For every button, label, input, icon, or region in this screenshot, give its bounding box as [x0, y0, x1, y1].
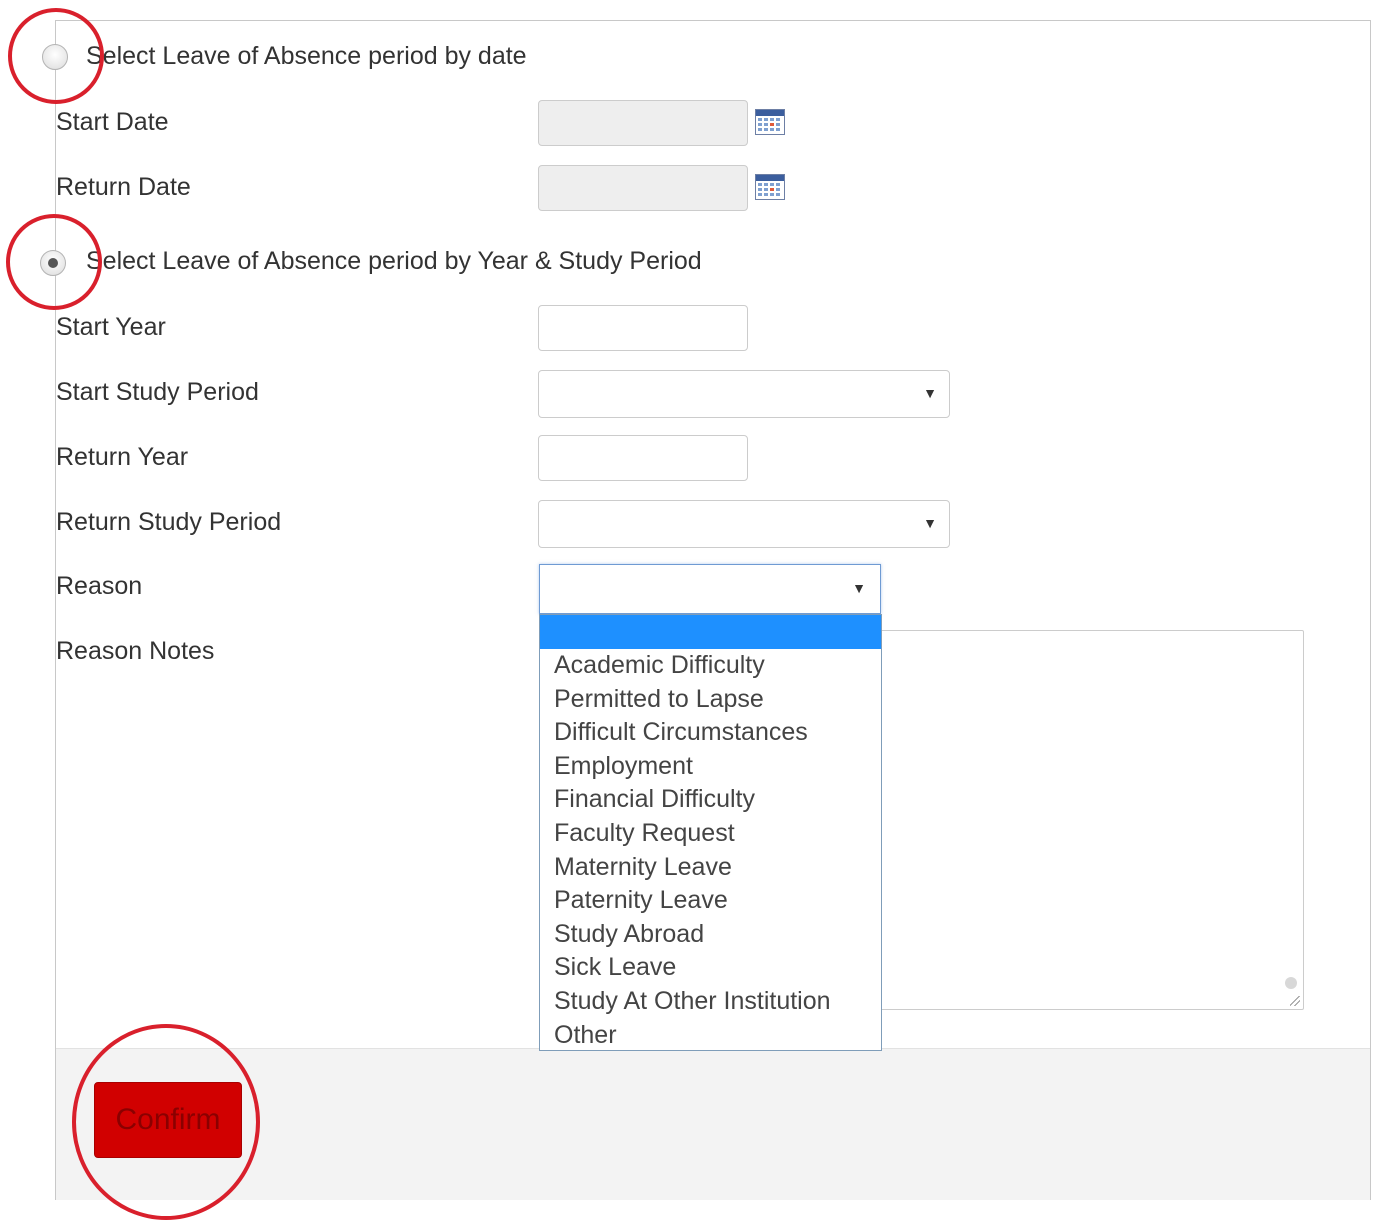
confirm-button[interactable]: Confirm — [94, 1082, 242, 1158]
reason-option[interactable]: Sick Leave — [540, 951, 881, 985]
return-study-period-label: Return Study Period — [56, 508, 282, 536]
chevron-down-icon: ▼ — [923, 515, 937, 531]
chevron-down-icon: ▼ — [923, 385, 937, 401]
radio-by-year-label[interactable]: Select Leave of Absence period by Year &… — [86, 247, 702, 276]
reason-notes-label: Reason Notes — [56, 637, 215, 665]
reason-option[interactable]: Faculty Request — [540, 817, 881, 851]
chevron-down-icon: ▼ — [852, 580, 866, 596]
reason-option[interactable]: Difficult Circumstances — [540, 716, 881, 750]
form-footer — [56, 1048, 1370, 1200]
reason-label: Reason — [56, 572, 143, 600]
radio-by-date[interactable] — [42, 44, 68, 70]
return-date-label: Return Date — [56, 173, 191, 201]
start-study-period-select[interactable]: ▼ — [538, 370, 950, 418]
reason-option-blank[interactable] — [540, 615, 881, 649]
start-date-input[interactable] — [538, 100, 748, 146]
reason-option[interactable]: Permitted to Lapse — [540, 683, 881, 717]
reason-option[interactable]: Paternity Leave — [540, 884, 881, 918]
reason-option[interactable]: Maternity Leave — [540, 851, 881, 885]
start-year-label: Start Year — [56, 313, 166, 341]
reason-select[interactable]: ▼ — [539, 564, 881, 614]
return-year-input[interactable] — [538, 435, 748, 481]
scrollbar-thumb[interactable] — [1285, 977, 1297, 989]
reason-option[interactable]: Employment — [540, 750, 881, 784]
reason-dropdown-list: Academic Difficulty Permitted to Lapse D… — [539, 614, 882, 1051]
reason-option[interactable]: Study At Other Institution — [540, 985, 881, 1019]
radio-by-date-label[interactable]: Select Leave of Absence period by date — [86, 42, 527, 71]
reason-option[interactable]: Financial Difficulty — [540, 783, 881, 817]
start-year-input[interactable] — [538, 305, 748, 351]
radio-by-year-study-period[interactable] — [40, 250, 66, 276]
return-date-input[interactable] — [538, 165, 748, 211]
reason-option[interactable]: Academic Difficulty — [540, 649, 881, 683]
reason-notes-textarea[interactable] — [880, 630, 1304, 1010]
start-study-period-label: Start Study Period — [56, 378, 259, 406]
resize-handle-icon[interactable] — [1290, 996, 1300, 1006]
calendar-icon[interactable] — [755, 109, 785, 135]
reason-option[interactable]: Study Abroad — [540, 918, 881, 952]
calendar-icon[interactable] — [755, 174, 785, 200]
return-study-period-select[interactable]: ▼ — [538, 500, 950, 548]
start-date-label: Start Date — [56, 108, 169, 136]
reason-option[interactable]: Other — [540, 1019, 881, 1053]
return-year-label: Return Year — [56, 443, 189, 471]
